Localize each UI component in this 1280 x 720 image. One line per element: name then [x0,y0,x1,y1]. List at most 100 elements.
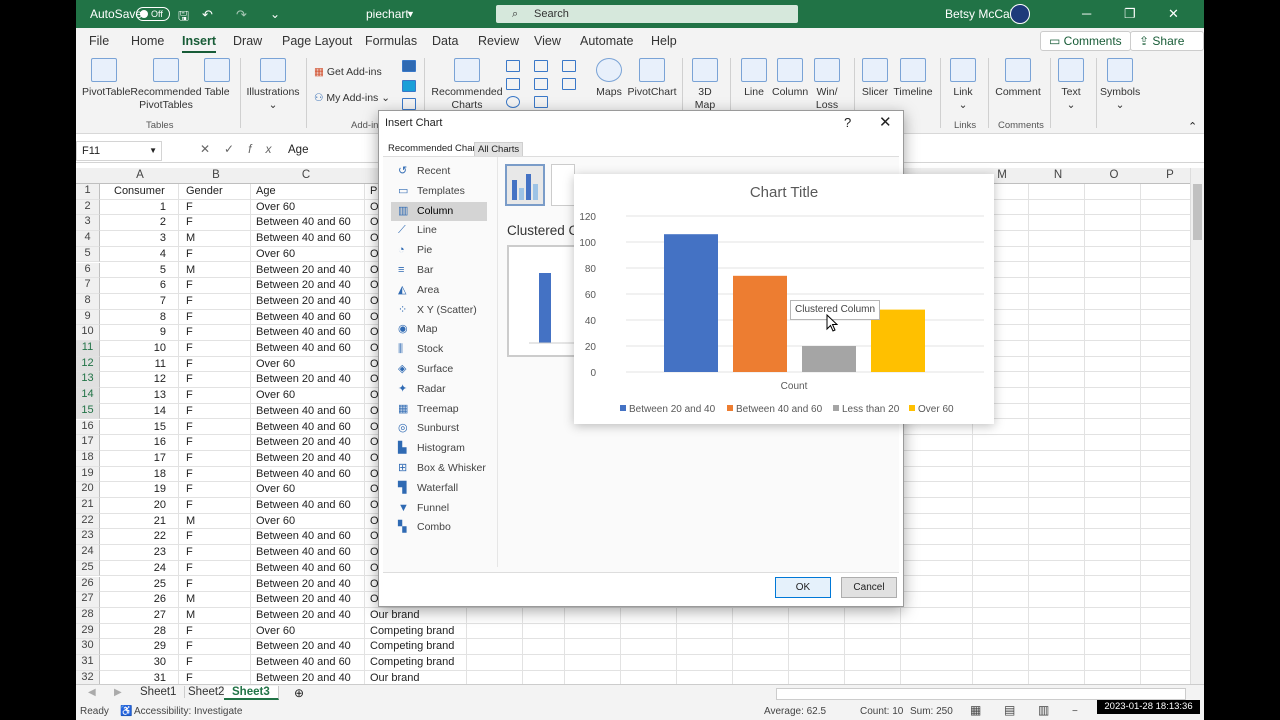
line-chart-icon[interactable] [506,78,520,90]
cell[interactable]: Age [256,185,276,197]
zoom-out-icon[interactable]: − [1072,706,1078,717]
combo-chart-icon[interactable] [562,78,576,90]
formula-input[interactable]: Age [288,144,308,156]
undo-icon[interactable]: ↶ [202,7,213,23]
link-button[interactable]: Link ⌄ [948,58,978,112]
table-button[interactable]: Table [202,58,232,99]
chart-type-sunburst[interactable]: ◎ Sunburst [391,419,487,438]
scatter-chart-icon[interactable] [534,96,548,108]
row-number[interactable]: 19 [76,466,100,483]
chart-type-stock[interactable]: ⫼ Stock [391,340,487,359]
recommended-pivottables-button[interactable]: Recommended PivotTables [128,58,204,112]
cell[interactable]: F [186,216,193,228]
cell[interactable]: F [186,389,193,401]
clustered-column-subtype[interactable] [505,164,545,206]
cell[interactable]: Between 20 and 40 [256,640,351,652]
cell[interactable]: Between 20 and 40 [256,609,351,621]
row-number[interactable]: 13 [76,372,100,389]
minimize-icon[interactable]: ─ [1082,6,1091,21]
tab-page-layout[interactable]: Page Layout [282,34,352,48]
chart-type-line[interactable]: ⟋ Line [391,221,487,240]
row-number[interactable]: 30 [76,639,100,655]
tab-file[interactable]: File [89,34,109,48]
customize-toolbar-icon[interactable]: ⌄ [270,7,280,21]
cell[interactable]: Between 40 and 60 [256,421,351,433]
my-addins-button[interactable]: ⚇ My Add-ins ⌄ [314,92,390,105]
column-chart-icon[interactable] [506,60,520,72]
row-number[interactable]: 10 [76,325,100,341]
cell[interactable]: Between 40 and 60 [256,216,351,228]
row-number[interactable]: 24 [76,545,100,561]
chart-type-treemap[interactable]: ▦ Treemap [391,400,487,419]
tab-formulas[interactable]: Formulas [365,34,417,48]
slicer-button[interactable]: Slicer [860,58,890,99]
sparkline-winloss-button[interactable]: Win/ Loss [814,58,840,112]
page-break-view-icon[interactable]: ▥ [1038,703,1049,717]
cell[interactable]: F [186,201,193,213]
comment-button[interactable]: Comment [994,58,1042,99]
accessibility-status[interactable]: Accessibility: Investigate [134,706,242,717]
tab-review[interactable]: Review [478,34,519,48]
visio-icon[interactable] [402,60,416,72]
cell[interactable]: M [186,264,195,276]
cell[interactable]: Between 20 and 40 [256,295,351,307]
cell[interactable]: Between 40 and 60 [256,311,351,323]
cell[interactable]: F [186,452,193,464]
row-number[interactable]: 16 [76,419,100,436]
cell[interactable]: F [186,546,193,558]
chart-type-templates[interactable]: ▭ Templates [391,182,487,201]
cell[interactable]: F [186,530,193,542]
page-layout-view-icon[interactable]: ▤ [1004,703,1015,717]
row-number[interactable]: 29 [76,623,100,640]
chart-type-waterfall[interactable]: ▜ Waterfall [391,479,487,498]
tab-help[interactable]: Help [651,34,677,48]
maps-button[interactable]: Maps [594,58,624,99]
row-number[interactable]: 25 [76,560,100,577]
cell[interactable]: F [186,656,193,668]
collapse-ribbon-icon[interactable]: ⌃ [1188,120,1197,133]
hierarchy-chart-icon[interactable] [534,60,548,72]
close-icon[interactable]: ✕ [1168,6,1179,22]
chart-type-radar[interactable]: ✦ Radar [391,380,487,399]
cell[interactable]: Consumer [114,185,165,197]
row-number[interactable]: 6 [76,262,100,279]
row-number[interactable]: 9 [76,309,100,326]
cancel-button[interactable]: Cancel [841,577,897,598]
cell[interactable]: Between 40 and 60 [256,546,351,558]
column-header[interactable]: P [1160,169,1180,181]
cell[interactable]: Between 40 and 60 [256,499,351,511]
cell[interactable]: F [186,562,193,574]
3d-map-button[interactable]: 3D Map [688,58,722,112]
symbols-button[interactable]: Symbols ⌄ [1100,58,1140,112]
cell[interactable]: F [186,468,193,480]
stacked-column-subtype[interactable] [551,164,575,206]
sheet-tab[interactable]: Sheet1 [132,686,186,698]
scroll-right-icon[interactable]: ▶ [114,687,122,698]
column-header[interactable]: M [992,169,1012,181]
cell[interactable]: F [186,625,193,637]
redo-icon[interactable]: ↷ [236,7,247,23]
recommended-charts-button[interactable]: Recommended Charts [430,58,504,112]
cell[interactable]: Competing brand [370,656,454,668]
get-addins-button[interactable]: ▦ Get Add-ins [314,66,382,79]
cell[interactable]: F [186,578,193,590]
vertical-scrollbar[interactable] [1190,168,1204,686]
row-number[interactable]: 18 [76,450,100,467]
cell[interactable]: Between 40 and 60 [256,232,351,244]
row-number[interactable]: 23 [76,529,100,546]
row-number[interactable]: 14 [76,388,100,404]
chart-type-funnel[interactable]: ▼ Funnel [391,499,487,518]
sparkline-column-button[interactable]: Column [772,58,808,99]
row-number[interactable]: 21 [76,498,100,514]
cell[interactable]: F [186,358,193,370]
row-number[interactable]: 20 [76,482,100,498]
statistic-chart-icon[interactable] [562,60,576,72]
column-header[interactable]: B [206,169,226,181]
cell[interactable]: F [186,342,193,354]
sparkline-line-button[interactable]: Line [738,58,770,99]
cell[interactable]: Gender [186,185,223,197]
scroll-thumb[interactable] [1193,184,1202,240]
row-number[interactable]: 26 [76,576,100,593]
cell[interactable]: Between 40 and 60 [256,342,351,354]
cell[interactable]: Over 60 [256,201,295,213]
